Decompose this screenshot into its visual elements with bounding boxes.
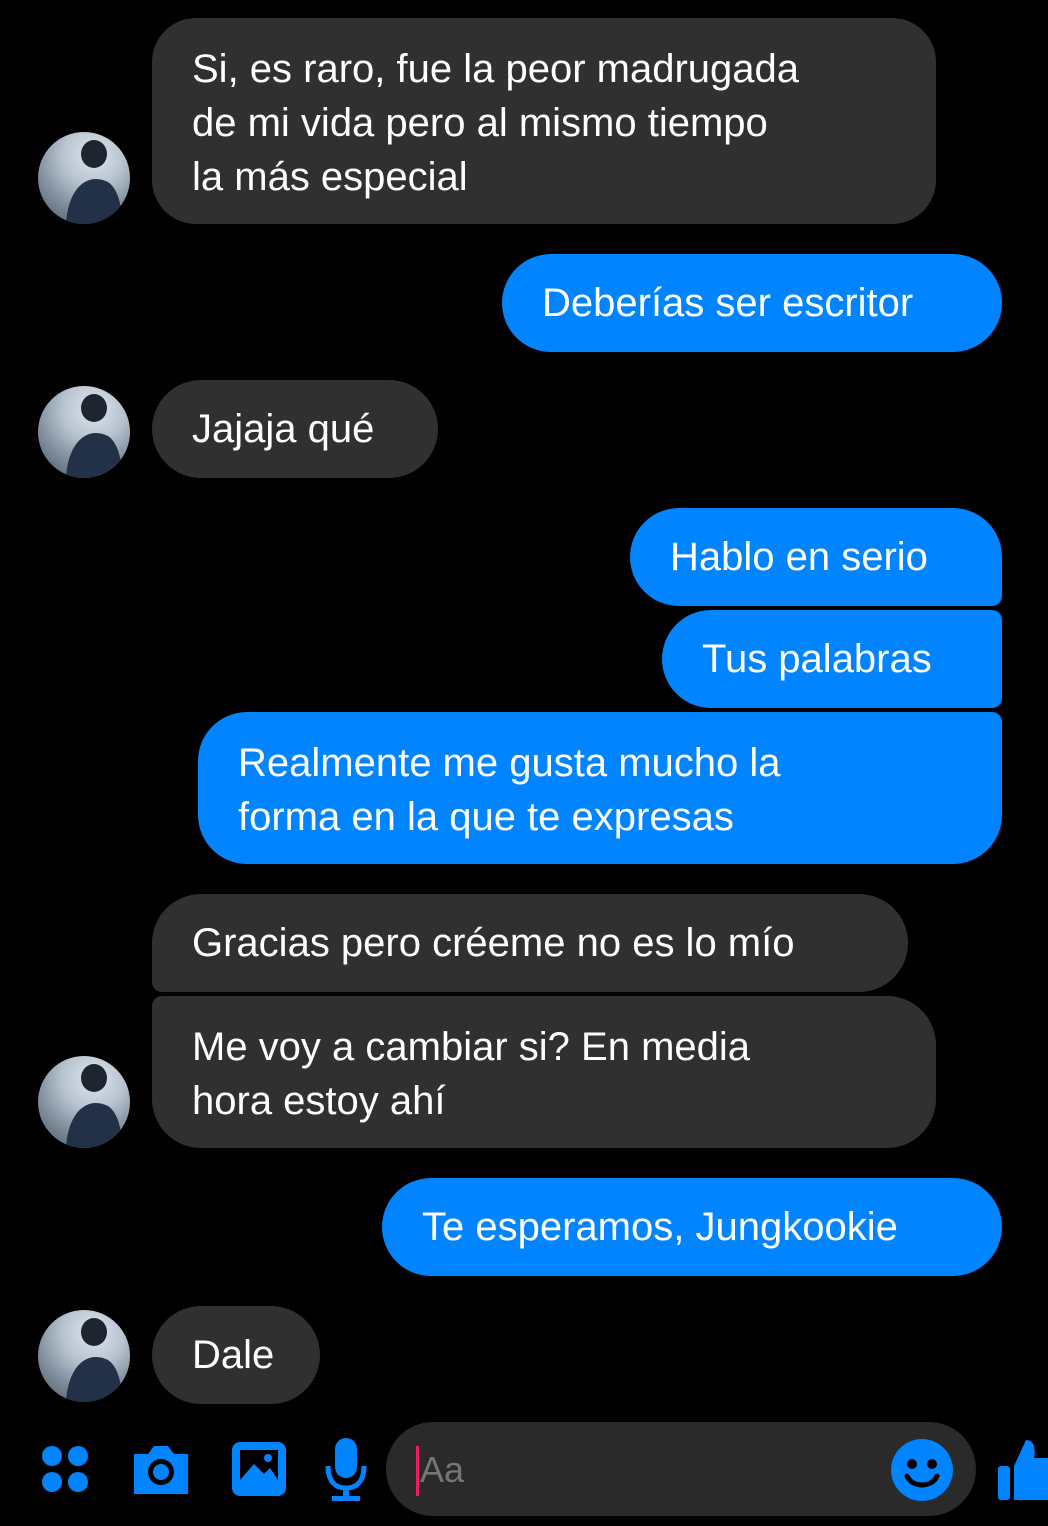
message-incoming[interactable]: Dale	[152, 1306, 320, 1404]
contact-avatar[interactable]	[38, 132, 130, 224]
gallery-icon[interactable]	[230, 1440, 288, 1498]
contact-avatar[interactable]	[38, 1310, 130, 1402]
contact-avatar[interactable]	[38, 1056, 130, 1148]
camera-icon[interactable]	[130, 1440, 192, 1498]
message-incoming[interactable]: Me voy a cambiar si? En media hora estoy…	[152, 996, 936, 1148]
message-outgoing[interactable]: Deberías ser escritor	[502, 254, 1002, 352]
message-outgoing[interactable]: Te esperamos, Jungkookie	[382, 1178, 1002, 1276]
message-incoming[interactable]: Gracias pero créeme no es lo mío	[152, 894, 908, 992]
message-input[interactable]	[420, 1446, 860, 1494]
message-outgoing[interactable]: Hablo en serio	[630, 508, 1002, 606]
microphone-icon[interactable]	[324, 1436, 368, 1502]
emoji-icon[interactable]	[890, 1438, 954, 1502]
thumbs-up-icon[interactable]	[996, 1436, 1048, 1504]
text-caret	[416, 1446, 419, 1496]
apps-icon[interactable]	[38, 1442, 94, 1498]
message-outgoing[interactable]: Tus palabras	[662, 610, 1002, 708]
message-incoming[interactable]: Si, es raro, fue la peor madrugada de mi…	[152, 18, 936, 224]
contact-avatar[interactable]	[38, 386, 130, 478]
message-incoming[interactable]: Jajaja qué	[152, 380, 438, 478]
message-outgoing[interactable]: Realmente me gusta mucho la forma en la …	[198, 712, 1002, 864]
